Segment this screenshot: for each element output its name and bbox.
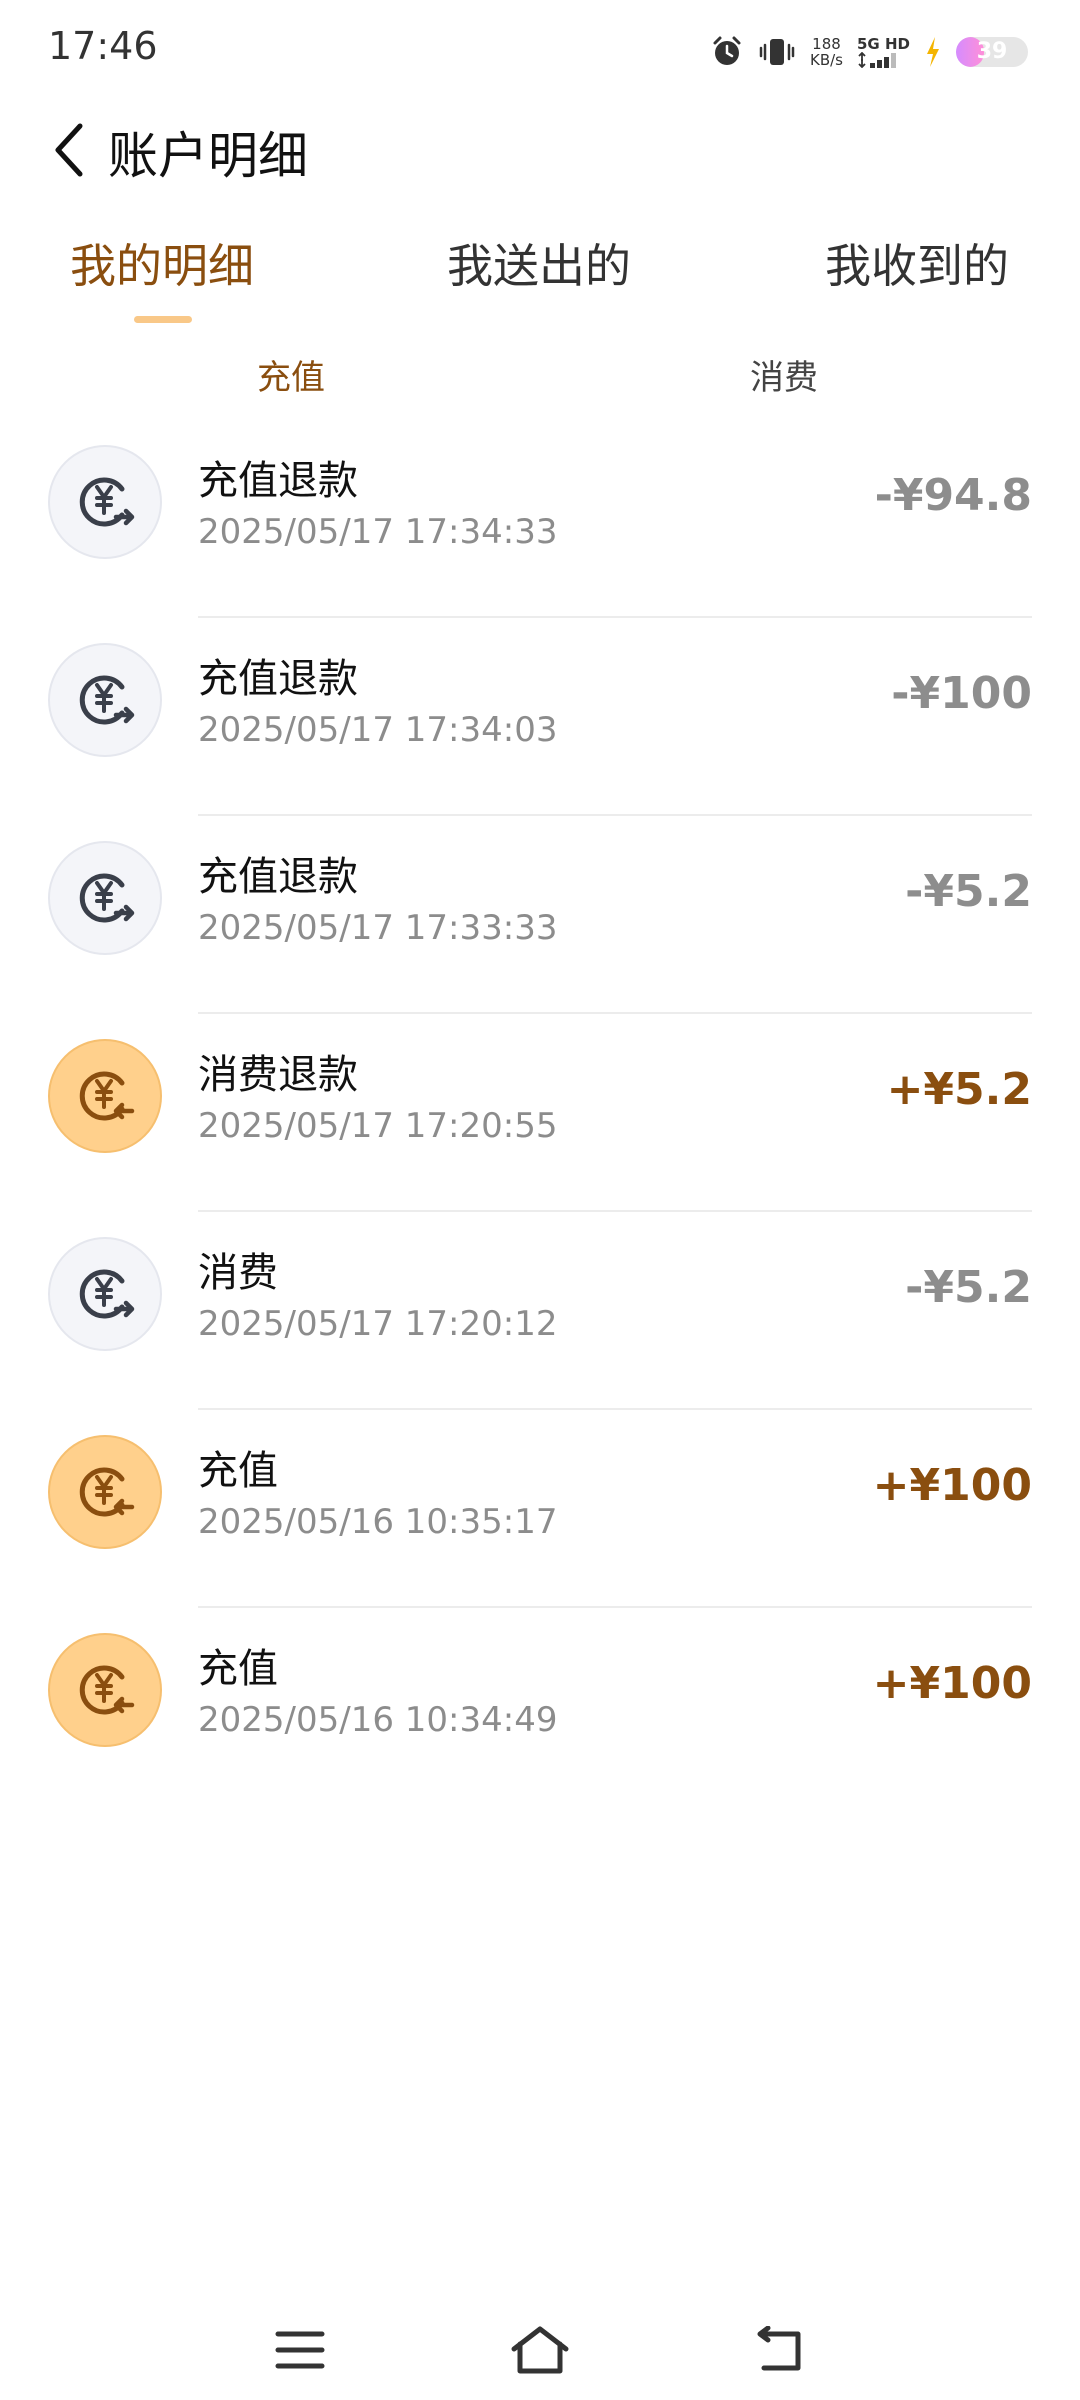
list-item[interactable]: 充值 2025/05/16 10:35:17 +¥100 [0, 1410, 1080, 1608]
nav-home-button[interactable] [500, 2310, 580, 2390]
transaction-time: 2025/05/17 17:33:33 [198, 908, 558, 948]
battery-icon: 39 [956, 37, 1028, 67]
transaction-list: 充值退款 2025/05/17 17:34:33 -¥94.8 充值退款 202… [0, 420, 1080, 1806]
home-icon [511, 2326, 569, 2374]
list-item[interactable]: 充值退款 2025/05/17 17:34:33 -¥94.8 [0, 420, 1080, 618]
status-bar: 17:46 188 KB/s 5G HD 39 [0, 0, 1080, 100]
subtab-consume[interactable]: 消费 [750, 350, 818, 399]
subtab-recharge[interactable]: 充值 [257, 350, 325, 399]
back-icon [757, 2326, 801, 2371]
transaction-time: 2025/05/17 17:34:33 [198, 512, 558, 552]
yuan-out-icon [48, 841, 162, 955]
yuan-out-icon [48, 445, 162, 559]
transaction-amount: -¥100 [891, 668, 1032, 719]
transaction-amount: +¥5.2 [886, 1064, 1032, 1115]
nav-menu-button[interactable] [260, 2310, 340, 2390]
network-type-label: 5G [857, 35, 880, 53]
list-item[interactable]: 消费 2025/05/17 17:20:12 -¥5.2 [0, 1212, 1080, 1410]
header: 账户明细 [0, 100, 1080, 200]
net-speed-unit: KB/s [810, 51, 843, 69]
tab-my-details[interactable]: 我的明细 [70, 230, 254, 320]
chevron-left-icon [55, 123, 83, 177]
charging-icon [924, 35, 942, 69]
back-button[interactable] [40, 114, 100, 186]
signal-icon [858, 52, 896, 68]
alarm-icon [710, 35, 744, 69]
yuan-out-icon [48, 643, 162, 757]
page-title: 账户明细 [108, 127, 308, 185]
transaction-title: 充值 [198, 1646, 278, 1692]
net-speed: 188 KB/s [810, 36, 843, 68]
menu-icon [275, 2331, 325, 2369]
transaction-title: 充值退款 [198, 458, 358, 504]
tab-bar: 我的明细 我送出的 我收到的 [0, 230, 1080, 330]
yuan-in-icon [48, 1039, 162, 1153]
tab-received[interactable]: 我收到的 [825, 230, 1009, 320]
status-icons: 188 KB/s 5G HD 39 [710, 30, 1028, 74]
vibrate-icon [758, 35, 796, 69]
transaction-title: 消费 [198, 1250, 278, 1296]
transaction-amount: +¥100 [872, 1460, 1032, 1511]
yuan-in-icon [48, 1435, 162, 1549]
nav-back-button[interactable] [740, 2310, 820, 2390]
transaction-time: 2025/05/16 10:35:17 [198, 1502, 558, 1542]
transaction-time: 2025/05/17 17:20:55 [198, 1106, 558, 1146]
list-item[interactable]: 充值 2025/05/16 10:34:49 +¥100 [0, 1608, 1080, 1806]
net-speed-value: 188 [812, 35, 841, 53]
transaction-amount: +¥100 [872, 1658, 1032, 1709]
transaction-time: 2025/05/17 17:20:12 [198, 1304, 558, 1344]
transaction-title: 消费退款 [198, 1052, 358, 1098]
yuan-in-icon [48, 1633, 162, 1747]
tab-sent[interactable]: 我送出的 [447, 230, 631, 320]
hd-label: HD [884, 35, 910, 53]
status-time: 17:46 [48, 24, 158, 68]
transaction-title: 充值 [198, 1448, 278, 1494]
yuan-out-icon [48, 1237, 162, 1351]
transaction-amount: -¥5.2 [905, 866, 1032, 917]
transaction-time: 2025/05/17 17:34:03 [198, 710, 558, 750]
battery-level: 39 [976, 39, 1008, 64]
transaction-title: 充值退款 [198, 656, 358, 702]
subtab-bar: 充值 消费 [0, 350, 1080, 410]
transaction-amount: -¥94.8 [874, 470, 1032, 521]
list-item[interactable]: 充值退款 2025/05/17 17:34:03 -¥100 [0, 618, 1080, 816]
list-item[interactable]: 消费退款 2025/05/17 17:20:55 +¥5.2 [0, 1014, 1080, 1212]
nav-bar [0, 2300, 1080, 2400]
tab-indicator [134, 316, 192, 323]
network-type: 5G HD [857, 36, 910, 68]
transaction-title: 充值退款 [198, 854, 358, 900]
transaction-time: 2025/05/16 10:34:49 [198, 1700, 558, 1740]
list-item[interactable]: 充值退款 2025/05/17 17:33:33 -¥5.2 [0, 816, 1080, 1014]
transaction-amount: -¥5.2 [905, 1262, 1032, 1313]
